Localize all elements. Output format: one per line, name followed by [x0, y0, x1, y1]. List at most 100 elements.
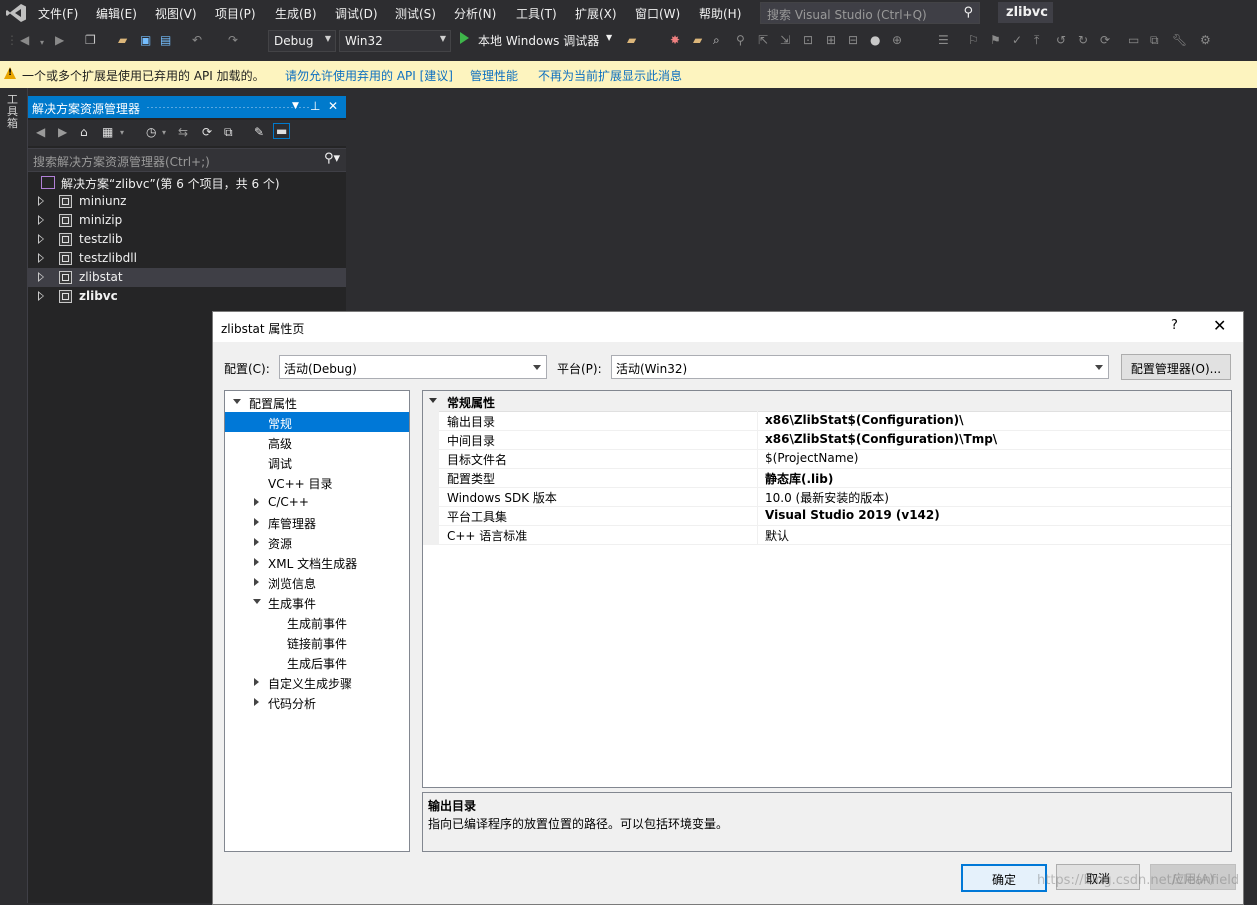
nav-node-post-build-event[interactable]: 生成后事件	[225, 652, 409, 672]
collapse-arrow-icon[interactable]	[253, 599, 261, 604]
nav-node-configuration-properties[interactable]: 配置属性	[225, 392, 409, 412]
property-value[interactable]: x86\ZlibStat$(Configuration)\Tmp\	[765, 432, 997, 446]
property-row-target-name[interactable]: 目标文件名 $(ProjectName)	[423, 449, 1231, 469]
property-value[interactable]: 默认	[765, 527, 789, 544]
quick-launch-search[interactable]: 搜索 Visual Studio (Ctrl+Q) ⚲	[760, 2, 980, 24]
manage-performance-link[interactable]: 管理性能	[470, 67, 518, 84]
ok-button[interactable]: 确定	[961, 864, 1047, 892]
expand-arrow-icon[interactable]	[38, 196, 44, 206]
nav-node-pre-build-event[interactable]: 生成前事件	[225, 612, 409, 632]
find-in-files-icon[interactable]: ⌕	[713, 33, 720, 47]
platform-select[interactable]: 活动(Win32)	[611, 355, 1109, 379]
browse-folder-icon[interactable]: ▰	[627, 33, 636, 47]
nav-node-advanced[interactable]: 高级	[225, 432, 409, 452]
configuration-manager-button[interactable]: 配置管理器(O)...	[1121, 354, 1231, 380]
wrench-icon[interactable]: 🔧︎	[1172, 33, 1187, 47]
menu-help[interactable]: 帮助(H)	[699, 5, 741, 22]
menu-build[interactable]: 生成(B)	[275, 5, 317, 22]
menu-view[interactable]: 视图(V)	[155, 5, 197, 22]
properties-wrench-icon[interactable]: ✎	[254, 125, 264, 139]
nav-node-code-analysis[interactable]: 代码分析	[225, 692, 409, 712]
menu-tools[interactable]: 工具(T)	[516, 5, 557, 22]
toolbar-tool-icon[interactable]: ●	[870, 33, 880, 47]
property-value[interactable]: x86\ZlibStat$(Configuration)\	[765, 413, 964, 427]
property-value[interactable]: $(ProjectName)	[765, 451, 858, 465]
expand-arrow-icon[interactable]	[38, 253, 44, 263]
toolbar-tool-icon[interactable]: ⇱	[758, 33, 768, 47]
window-position-dropdown-icon[interactable]: ▼	[292, 101, 299, 111]
solution-explorer-title-bar[interactable]: 解决方案资源管理器 ▼ ⊥ ✕	[28, 96, 346, 118]
toolbar-tool-icon[interactable]: ⚙	[1200, 33, 1211, 47]
collapse-arrow-icon[interactable]	[233, 399, 241, 404]
collapse-arrow-icon[interactable]	[429, 398, 437, 403]
property-row-platform-toolset[interactable]: 平台工具集 Visual Studio 2019 (v142)	[423, 506, 1231, 526]
toolbar-tool-icon[interactable]: ↻	[1078, 33, 1088, 47]
property-value[interactable]: Visual Studio 2019 (v142)	[765, 508, 940, 522]
menu-extensions[interactable]: 扩展(X)	[575, 5, 617, 22]
expand-arrow-icon[interactable]	[254, 678, 259, 686]
nav-node-debugging[interactable]: 调试	[225, 452, 409, 472]
project-node-minizip[interactable]: minizip	[28, 211, 346, 230]
project-node-testzlib[interactable]: testzlib	[28, 230, 346, 249]
new-project-icon[interactable]: ❐	[85, 33, 96, 47]
property-value[interactable]: 10.0 (最新安装的版本)	[765, 489, 889, 506]
solution-configuration-select[interactable]: Debug ▼	[268, 30, 336, 52]
start-debugging-button[interactable]: 本地 Windows 调试器 ▼	[460, 30, 620, 50]
expand-arrow-icon[interactable]	[38, 215, 44, 225]
close-button[interactable]: ✕	[1213, 316, 1226, 335]
toolbar-tool-icon[interactable]: ⇲	[780, 33, 790, 47]
toolbar-tool-icon[interactable]: ⊕	[892, 33, 902, 47]
nav-node-custom-build-step[interactable]: 自定义生成步骤	[225, 672, 409, 692]
expand-arrow-icon[interactable]	[254, 578, 259, 586]
pending-changes-filter-icon[interactable]: ◷	[146, 125, 156, 139]
toolbar-tool-icon[interactable]: ⤒	[1034, 33, 1039, 47]
expand-arrow-icon[interactable]	[38, 272, 44, 282]
dialog-title-bar[interactable]: zlibstat 属性页 ? ✕	[213, 312, 1243, 342]
toolbar-tool-icon[interactable]: ▭	[1128, 33, 1139, 47]
undo-icon[interactable]: ↶	[192, 33, 202, 47]
toolbar-tool-icon[interactable]: ⊟	[848, 33, 858, 47]
nav-node-xml-doc-generator[interactable]: XML 文档生成器	[225, 552, 409, 572]
toolbar-tool-icon[interactable]: ✓	[1012, 33, 1022, 47]
nav-node-general[interactable]: 常规	[225, 412, 409, 432]
expand-arrow-icon[interactable]	[254, 518, 259, 526]
menu-window[interactable]: 窗口(W)	[635, 5, 680, 22]
switch-views-icon[interactable]: ▦	[102, 125, 113, 139]
property-row-cpp-language-standard[interactable]: C++ 语言标准 默认	[423, 525, 1231, 545]
toolbar-tool-icon[interactable]: ⊡	[803, 33, 813, 47]
save-all-icon[interactable]: ▤	[160, 33, 171, 47]
expand-arrow-icon[interactable]	[38, 291, 44, 301]
configuration-select[interactable]: 活动(Debug)	[279, 355, 547, 379]
dont-show-again-link[interactable]: 不再为当前扩展显示此消息	[538, 67, 682, 84]
folder-icon[interactable]: ▰	[693, 33, 702, 47]
solution-platform-select[interactable]: Win32 ▼	[339, 30, 451, 52]
property-category-general[interactable]: 常规属性	[423, 391, 1231, 412]
refresh-icon[interactable]: ⟳	[1100, 33, 1110, 47]
property-row-windows-sdk-version[interactable]: Windows SDK 版本 10.0 (最新安装的版本)	[423, 487, 1231, 507]
open-file-icon[interactable]: ▰	[118, 33, 127, 47]
property-row-configuration-type[interactable]: 配置类型 静态库(.lib)	[423, 468, 1231, 488]
help-button[interactable]: ?	[1171, 318, 1178, 333]
toolbar-tool-icon[interactable]: ⊞	[826, 33, 836, 47]
menu-file[interactable]: 文件(F)	[38, 5, 78, 22]
solution-explorer-search[interactable]: 搜索解决方案资源管理器(Ctrl+;) ⚲▾	[28, 148, 346, 172]
project-node-testzlibdll[interactable]: testzlibdll	[28, 249, 346, 268]
project-node-zlibvc[interactable]: zlibvc	[28, 287, 346, 306]
sync-with-active-document-icon[interactable]: ⇆	[178, 125, 188, 139]
menu-analyze[interactable]: 分析(N)	[454, 5, 496, 22]
disallow-deprecated-api-link[interactable]: 请勿允许使用弃用的 API [建议]	[285, 67, 453, 84]
toolbox-tab[interactable]: 工具箱	[0, 88, 28, 903]
navigate-back-dropdown-icon[interactable]: ▾	[40, 36, 44, 50]
extensions-icon[interactable]: ✸	[670, 33, 680, 47]
forward-icon[interactable]: ▶	[58, 125, 67, 139]
navigate-back-icon[interactable]: ◀	[20, 33, 29, 47]
nav-node-cpp[interactable]: C/C++	[225, 492, 409, 512]
toolbar-tool-icon[interactable]: ⧉	[1150, 33, 1159, 47]
menu-test[interactable]: 测试(S)	[395, 5, 436, 22]
chevron-down-icon[interactable]: ▾	[162, 128, 166, 137]
toolbar-tool-icon[interactable]: ⚐	[968, 33, 979, 47]
save-icon[interactable]: ▣	[140, 33, 151, 47]
expand-arrow-icon[interactable]	[254, 498, 259, 506]
home-icon[interactable]: ⌂	[80, 125, 88, 139]
nav-node-librarian[interactable]: 库管理器	[225, 512, 409, 532]
